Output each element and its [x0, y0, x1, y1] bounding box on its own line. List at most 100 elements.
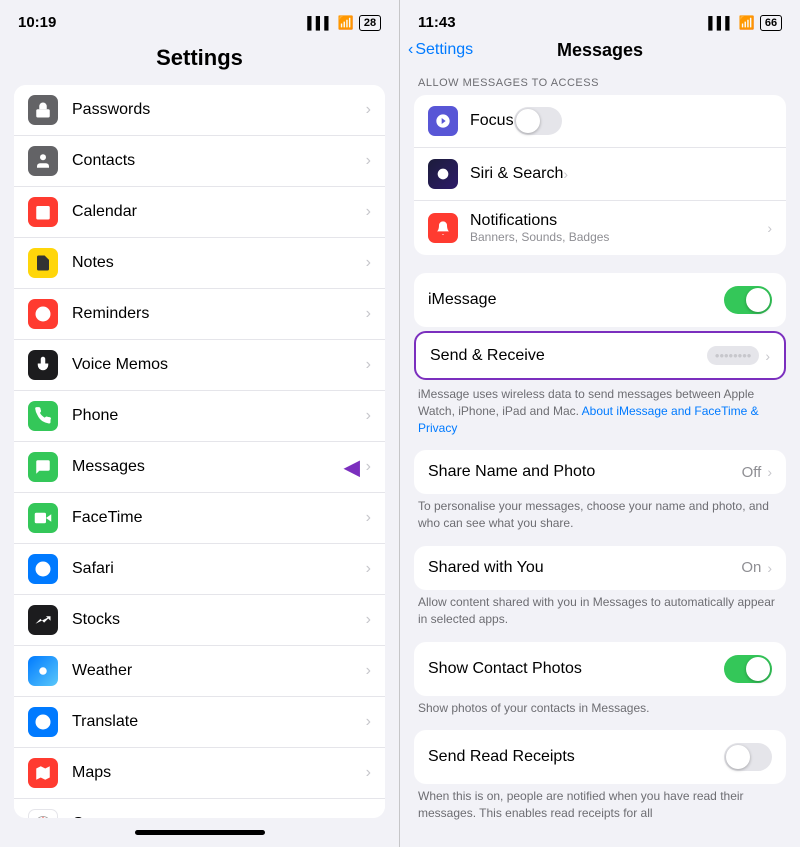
shared-with-you-desc: Allow content shared with you in Message… [400, 590, 800, 638]
translate-label: Translate [72, 713, 366, 731]
settings-item-reminders[interactable]: Reminders › [14, 289, 385, 340]
access-card: Focus Siri & Search › Notifications Bann… [414, 95, 786, 255]
phone-label: Phone [72, 407, 366, 425]
maps-icon [28, 758, 58, 788]
translate-arrow: › [366, 713, 371, 731]
notes-label: Notes [72, 254, 366, 272]
notifications-content: Notifications Banners, Sounds, Badges [470, 212, 767, 244]
notifications-arrow: › [767, 220, 772, 236]
share-name-value: Off [742, 464, 762, 481]
read-receipts-item[interactable]: Send Read Receipts [414, 730, 786, 784]
right-panel: 11:43 ▌▌▌ 📶 66 ‹ Settings Messages ALLOW… [400, 0, 800, 847]
notifications-item[interactable]: Notifications Banners, Sounds, Badges › [414, 201, 786, 255]
imessage-row[interactable]: iMessage [414, 273, 786, 327]
maps-arrow: › [366, 764, 371, 782]
calendar-label: Calendar [72, 203, 366, 221]
focus-label: Focus [470, 112, 514, 130]
contact-photos-item[interactable]: Show Contact Photos [414, 642, 786, 696]
messages-arrow-group: ◀ › [344, 455, 371, 480]
phone-icon [28, 401, 58, 431]
siri-icon [428, 159, 458, 189]
right-time: 11:43 [418, 14, 456, 31]
settings-item-stocks[interactable]: Stocks › [14, 595, 385, 646]
notes-icon [28, 248, 58, 278]
settings-item-facetime[interactable]: FaceTime › [14, 493, 385, 544]
imessage-toggle[interactable] [724, 286, 772, 314]
calendar-icon [28, 197, 58, 227]
back-button[interactable]: ‹ Settings [408, 41, 473, 59]
compass-icon [28, 809, 58, 818]
read-receipts-toggle-knob [726, 745, 750, 769]
left-page-title: Settings [0, 37, 399, 85]
share-name-row: Share Name and Photo Off › [414, 450, 786, 494]
settings-item-compass[interactable]: Compass › [14, 799, 385, 818]
safari-arrow: › [366, 560, 371, 578]
siri-item[interactable]: Siri & Search › [414, 148, 786, 201]
settings-item-messages[interactable]: Messages ◀ › [14, 442, 385, 493]
stocks-icon [28, 605, 58, 635]
contact-photos-row: Show Contact Photos [414, 642, 786, 696]
settings-item-contacts[interactable]: Contacts › [14, 136, 385, 187]
stocks-label: Stocks [72, 611, 366, 629]
passwords-arrow: › [366, 101, 371, 119]
share-name-desc: To personalise your messages, choose you… [400, 494, 800, 542]
right-header: ‹ Settings Messages [400, 37, 800, 69]
settings-item-safari[interactable]: Safari › [14, 544, 385, 595]
read-receipts-toggle[interactable] [724, 743, 772, 771]
weather-label: Weather [72, 662, 366, 680]
home-indicator [135, 830, 265, 835]
imessage-desc: iMessage uses wireless data to send mess… [400, 382, 800, 446]
voicememos-label: Voice Memos [72, 356, 366, 374]
settings-item-phone[interactable]: Phone › [14, 391, 385, 442]
right-signal-icon: ▌▌▌ [708, 16, 734, 30]
notes-arrow: › [366, 254, 371, 272]
left-status-bar: 10:19 ▌▌▌ 📶 28 [0, 0, 399, 37]
settings-item-maps[interactable]: Maps › [14, 748, 385, 799]
battery-indicator: 28 [359, 15, 381, 31]
settings-item-notes[interactable]: Notes › [14, 238, 385, 289]
left-time: 10:19 [18, 14, 56, 31]
share-name-label: Share Name and Photo [428, 463, 742, 481]
shared-with-you-value: On [741, 559, 761, 576]
shared-with-you-item[interactable]: Shared with You On › [414, 546, 786, 590]
contacts-icon [28, 146, 58, 176]
focus-toggle[interactable] [514, 107, 562, 135]
contact-photos-label: Show Contact Photos [428, 660, 724, 678]
focus-item[interactable]: Focus [414, 95, 786, 148]
share-name-item[interactable]: Share Name and Photo Off › [414, 450, 786, 494]
left-status-icons: ▌▌▌ 📶 28 [307, 15, 381, 31]
messages-icon [28, 452, 58, 482]
shared-with-you-row: Shared with You On › [414, 546, 786, 590]
imessage-label: iMessage [428, 291, 724, 309]
contact-photos-toggle[interactable] [724, 655, 772, 683]
reminders-arrow: › [366, 305, 371, 323]
notifications-label: Notifications [470, 212, 767, 230]
shared-with-you-label: Shared with You [428, 559, 741, 577]
right-battery-indicator: 66 [760, 15, 782, 31]
read-receipts-label: Send Read Receipts [428, 748, 724, 766]
weather-icon [28, 656, 58, 686]
settings-item-weather[interactable]: Weather › [14, 646, 385, 697]
gap1 [400, 265, 800, 273]
settings-item-calendar[interactable]: Calendar › [14, 187, 385, 238]
back-chevron: ‹ [408, 41, 413, 59]
send-receive-row[interactable]: Send & Receive •••••••• › [414, 331, 786, 380]
send-receive-value: •••••••• [707, 346, 759, 365]
focus-icon [428, 106, 458, 136]
reminders-icon [28, 299, 58, 329]
read-receipts-row: Send Read Receipts [414, 730, 786, 784]
contacts-label: Contacts [72, 152, 366, 170]
settings-list: Passwords › Contacts › Calendar › Notes … [14, 85, 385, 818]
calendar-arrow: › [366, 203, 371, 221]
settings-item-translate[interactable]: Translate › [14, 697, 385, 748]
imessage-toggle-knob [746, 288, 770, 312]
wifi-icon: 📶 [338, 15, 354, 31]
settings-item-passwords[interactable]: Passwords › [14, 85, 385, 136]
maps-label: Maps [72, 764, 366, 782]
weather-arrow: › [366, 662, 371, 680]
messages-arrow: › [366, 458, 371, 476]
send-receive-label: Send & Receive [430, 347, 707, 365]
facetime-icon [28, 503, 58, 533]
settings-item-voicememos[interactable]: Voice Memos › [14, 340, 385, 391]
passwords-icon [28, 95, 58, 125]
